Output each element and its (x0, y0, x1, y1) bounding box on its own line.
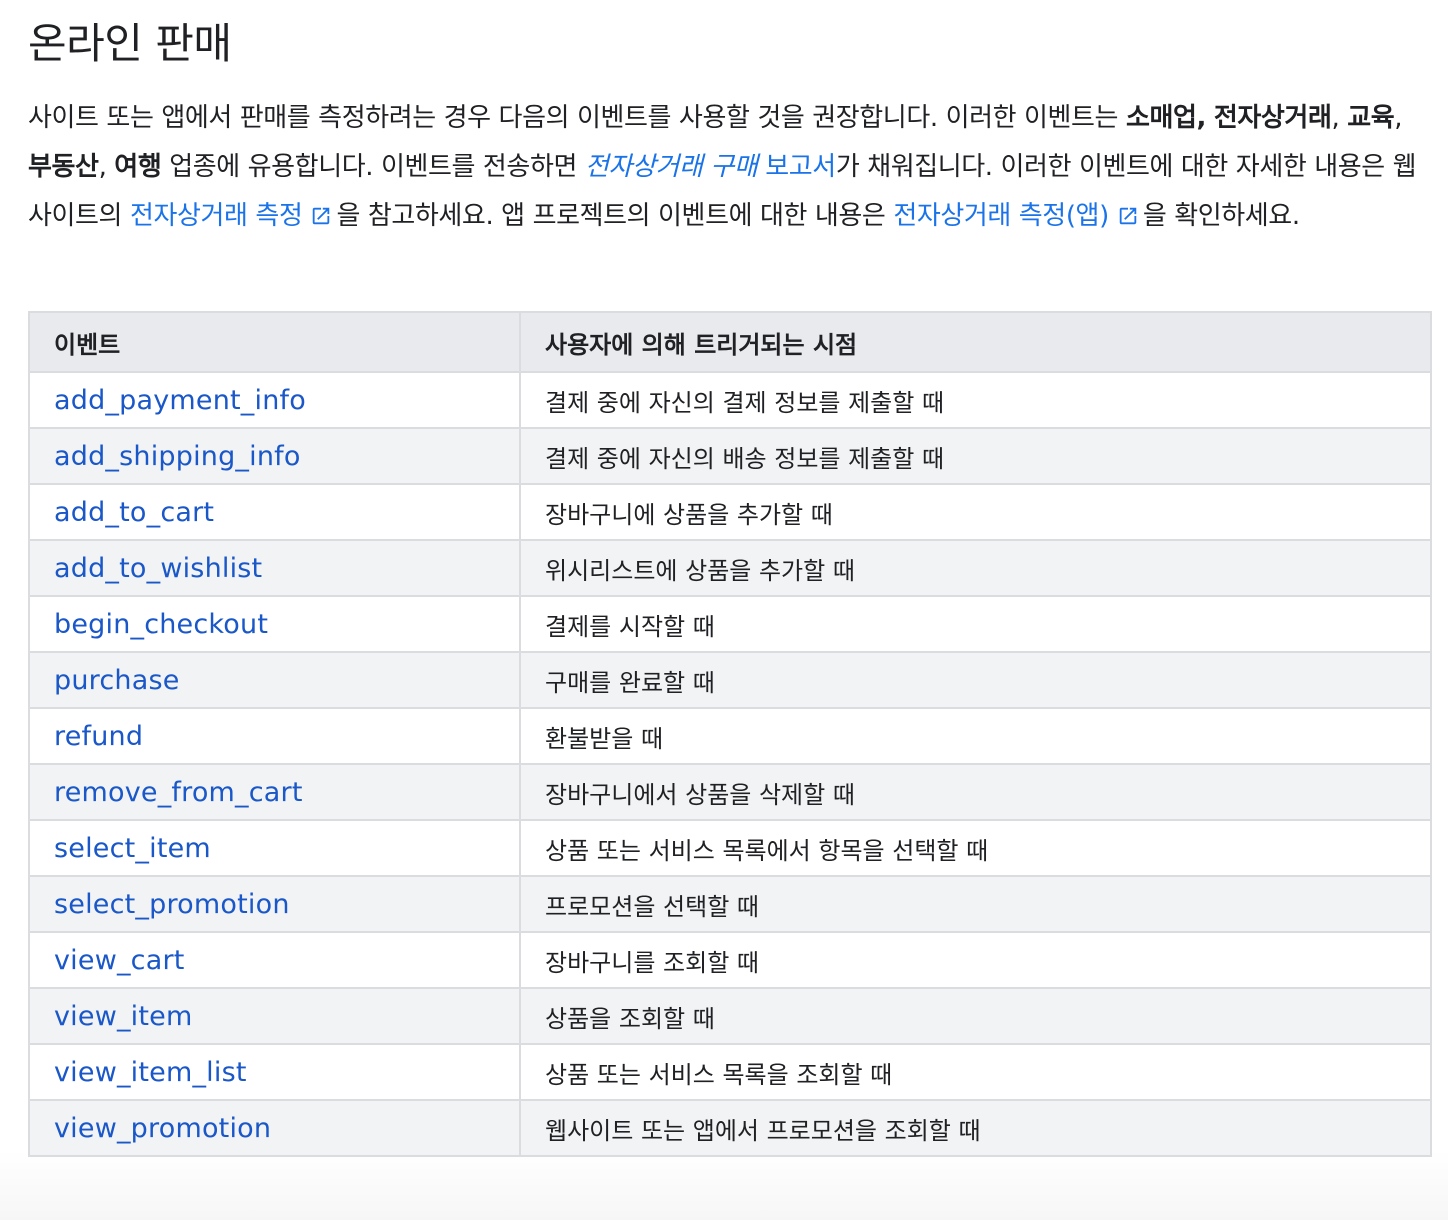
page-title: 온라인 판매 (28, 19, 232, 68)
intro-bold-travel: 여행 (114, 152, 162, 182)
event-trigger-description: 프로모션을 선택할 때 (519, 875, 1432, 933)
event-trigger-description: 결제 중에 자신의 배송 정보를 제출할 때 (519, 427, 1432, 485)
table-row: remove_from_cart 장바구니에서 상품을 삭제할 때 (28, 763, 1432, 821)
intro-bold-real-estate: 부동산 (28, 152, 99, 182)
intro-text: 을 참고하세요. 앱 프로젝트의 이벤트에 대한 내용은 (336, 201, 894, 231)
event-name-link[interactable]: select_item (28, 819, 521, 877)
ecommerce-measurement-link-label: 전자상거래 측정 (129, 201, 303, 231)
intro-text: 업종에 유용합니다. 이벤트를 전송하면 (161, 152, 585, 182)
column-header-trigger: 사용자에 의해 트리거되는 시점 (519, 311, 1432, 373)
intro-text: , (98, 152, 115, 182)
intro-bold-education: 교육 (1347, 103, 1395, 133)
events-table: 이벤트 사용자에 의해 트리거되는 시점 add_payment_info 결제 … (28, 311, 1432, 1157)
events-table-body: add_payment_info 결제 중에 자신의 결제 정보를 제출할 때 ad… (28, 371, 1432, 1157)
ecommerce-purchase-link[interactable]: 전자상거래 구매 (585, 152, 758, 182)
event-name-link[interactable]: view_item (28, 987, 521, 1045)
intro-bold-ecommerce: 전자상거래 (1213, 103, 1332, 133)
event-name-link[interactable]: view_cart (28, 931, 521, 989)
table-row: view_item_list 상품 또는 서비스 목록을 조회할 때 (28, 1043, 1432, 1101)
bottom-fade (0, 1150, 1448, 1220)
event-name-link[interactable]: view_item_list (28, 1043, 521, 1101)
table-row: refund 환불받을 때 (28, 707, 1432, 765)
event-trigger-description: 상품 또는 서비스 목록에서 항목을 선택할 때 (519, 819, 1432, 877)
event-trigger-description: 위시리스트에 상품을 추가할 때 (519, 539, 1432, 597)
table-row: add_payment_info 결제 중에 자신의 결제 정보를 제출할 때 (28, 371, 1432, 429)
intro-text (1206, 103, 1214, 133)
event-name-link[interactable]: add_to_cart (28, 483, 521, 541)
event-trigger-description: 결제를 시작할 때 (519, 595, 1432, 653)
table-row: view_promotion 웹사이트 또는 앱에서 프로모션을 조회할 때 (28, 1099, 1432, 1157)
event-trigger-description: 결제 중에 자신의 결제 정보를 제출할 때 (519, 371, 1432, 429)
report-link[interactable]: 보고서 (757, 152, 836, 182)
event-trigger-description: 상품 또는 서비스 목록을 조회할 때 (519, 1043, 1432, 1101)
table-row: add_to_wishlist 위시리스트에 상품을 추가할 때 (28, 539, 1432, 597)
event-trigger-description: 환불받을 때 (519, 707, 1432, 765)
event-name-link[interactable]: view_promotion (28, 1099, 521, 1157)
event-name-link[interactable]: refund (28, 707, 521, 765)
event-trigger-description: 장바구니에서 상품을 삭제할 때 (519, 763, 1432, 821)
intro-text: , (1331, 103, 1348, 133)
table-row: add_to_cart 장바구니에 상품을 추가할 때 (28, 483, 1432, 541)
intro-text: 사이트 또는 앱에서 판매를 측정하려는 경우 다음의 이벤트를 사용할 것을 … (28, 103, 1126, 133)
intro-text: 을 확인하세요. (1142, 201, 1300, 231)
table-header-row: 이벤트 사용자에 의해 트리거되는 시점 (28, 311, 1432, 373)
table-row: begin_checkout 결제를 시작할 때 (28, 595, 1432, 653)
open-in-new-icon (1117, 205, 1139, 227)
event-trigger-description: 웹사이트 또는 앱에서 프로모션을 조회할 때 (519, 1099, 1432, 1157)
intro-paragraph: 사이트 또는 앱에서 판매를 측정하려는 경우 다음의 이벤트를 사용할 것을 … (28, 94, 1428, 241)
table-row: view_item 상품을 조회할 때 (28, 987, 1432, 1045)
table-row: purchase 구매를 완료할 때 (28, 651, 1432, 709)
ecommerce-measurement-app-link[interactable]: 전자상거래 측정(앱) (893, 201, 1143, 231)
event-name-link[interactable]: add_to_wishlist (28, 539, 521, 597)
event-trigger-description: 상품을 조회할 때 (519, 987, 1432, 1045)
open-in-new-icon (310, 205, 332, 227)
table-row: select_promotion 프로모션을 선택할 때 (28, 875, 1432, 933)
ecommerce-measurement-link[interactable]: 전자상거래 측정 (130, 201, 337, 231)
intro-text: , (1394, 103, 1403, 133)
event-name-link[interactable]: select_promotion (28, 875, 521, 933)
ecommerce-measurement-app-link-label: 전자상거래 측정(앱) (893, 201, 1109, 231)
event-name-link[interactable]: remove_from_cart (28, 763, 521, 821)
event-name-link[interactable]: add_payment_info (28, 371, 521, 429)
event-trigger-description: 장바구니에 상품을 추가할 때 (519, 483, 1432, 541)
column-header-event: 이벤트 (28, 311, 521, 373)
event-name-link[interactable]: purchase (28, 651, 521, 709)
intro-bold-retail: 소매업, (1125, 103, 1206, 133)
table-row: select_item 상품 또는 서비스 목록에서 항목을 선택할 때 (28, 819, 1432, 877)
table-row: add_shipping_info 결제 중에 자신의 배송 정보를 제출할 때 (28, 427, 1432, 485)
event-trigger-description: 장바구니를 조회할 때 (519, 931, 1432, 989)
table-row: view_cart 장바구니를 조회할 때 (28, 931, 1432, 989)
event-name-link[interactable]: add_shipping_info (28, 427, 521, 485)
event-name-link[interactable]: begin_checkout (28, 595, 521, 653)
event-trigger-description: 구매를 완료할 때 (519, 651, 1432, 709)
